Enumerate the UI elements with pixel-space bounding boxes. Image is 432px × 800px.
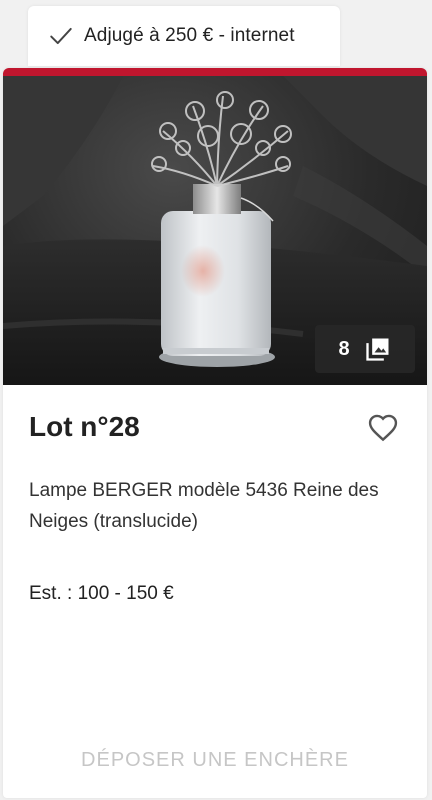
photo-count: 8 [338, 337, 350, 360]
sold-status-chip: Adjugé à 250 € - internet [28, 6, 340, 66]
favorite-button[interactable] [365, 409, 401, 445]
lot-estimate: Est. : 100 - 150 € [29, 583, 174, 604]
gallery-icon [364, 335, 392, 363]
heart-outline-icon [368, 414, 398, 442]
place-bid-button[interactable]: DÉPOSER UNE ENCHÈRE [3, 749, 427, 772]
lot-description: Lampe BERGER modèle 5436 Reine des Neige… [29, 480, 379, 532]
lot-card[interactable]: 8 Lot n°28 Lampe BERGER modèle 5436 Rein… [3, 68, 427, 798]
lot-photo[interactable]: 8 [3, 76, 427, 385]
lot-title: Lot n°28 [29, 411, 140, 442]
check-icon [46, 21, 76, 51]
photo-count-badge[interactable]: 8 [315, 325, 415, 373]
sold-status-label: Adjugé à 250 € - internet [84, 25, 295, 46]
